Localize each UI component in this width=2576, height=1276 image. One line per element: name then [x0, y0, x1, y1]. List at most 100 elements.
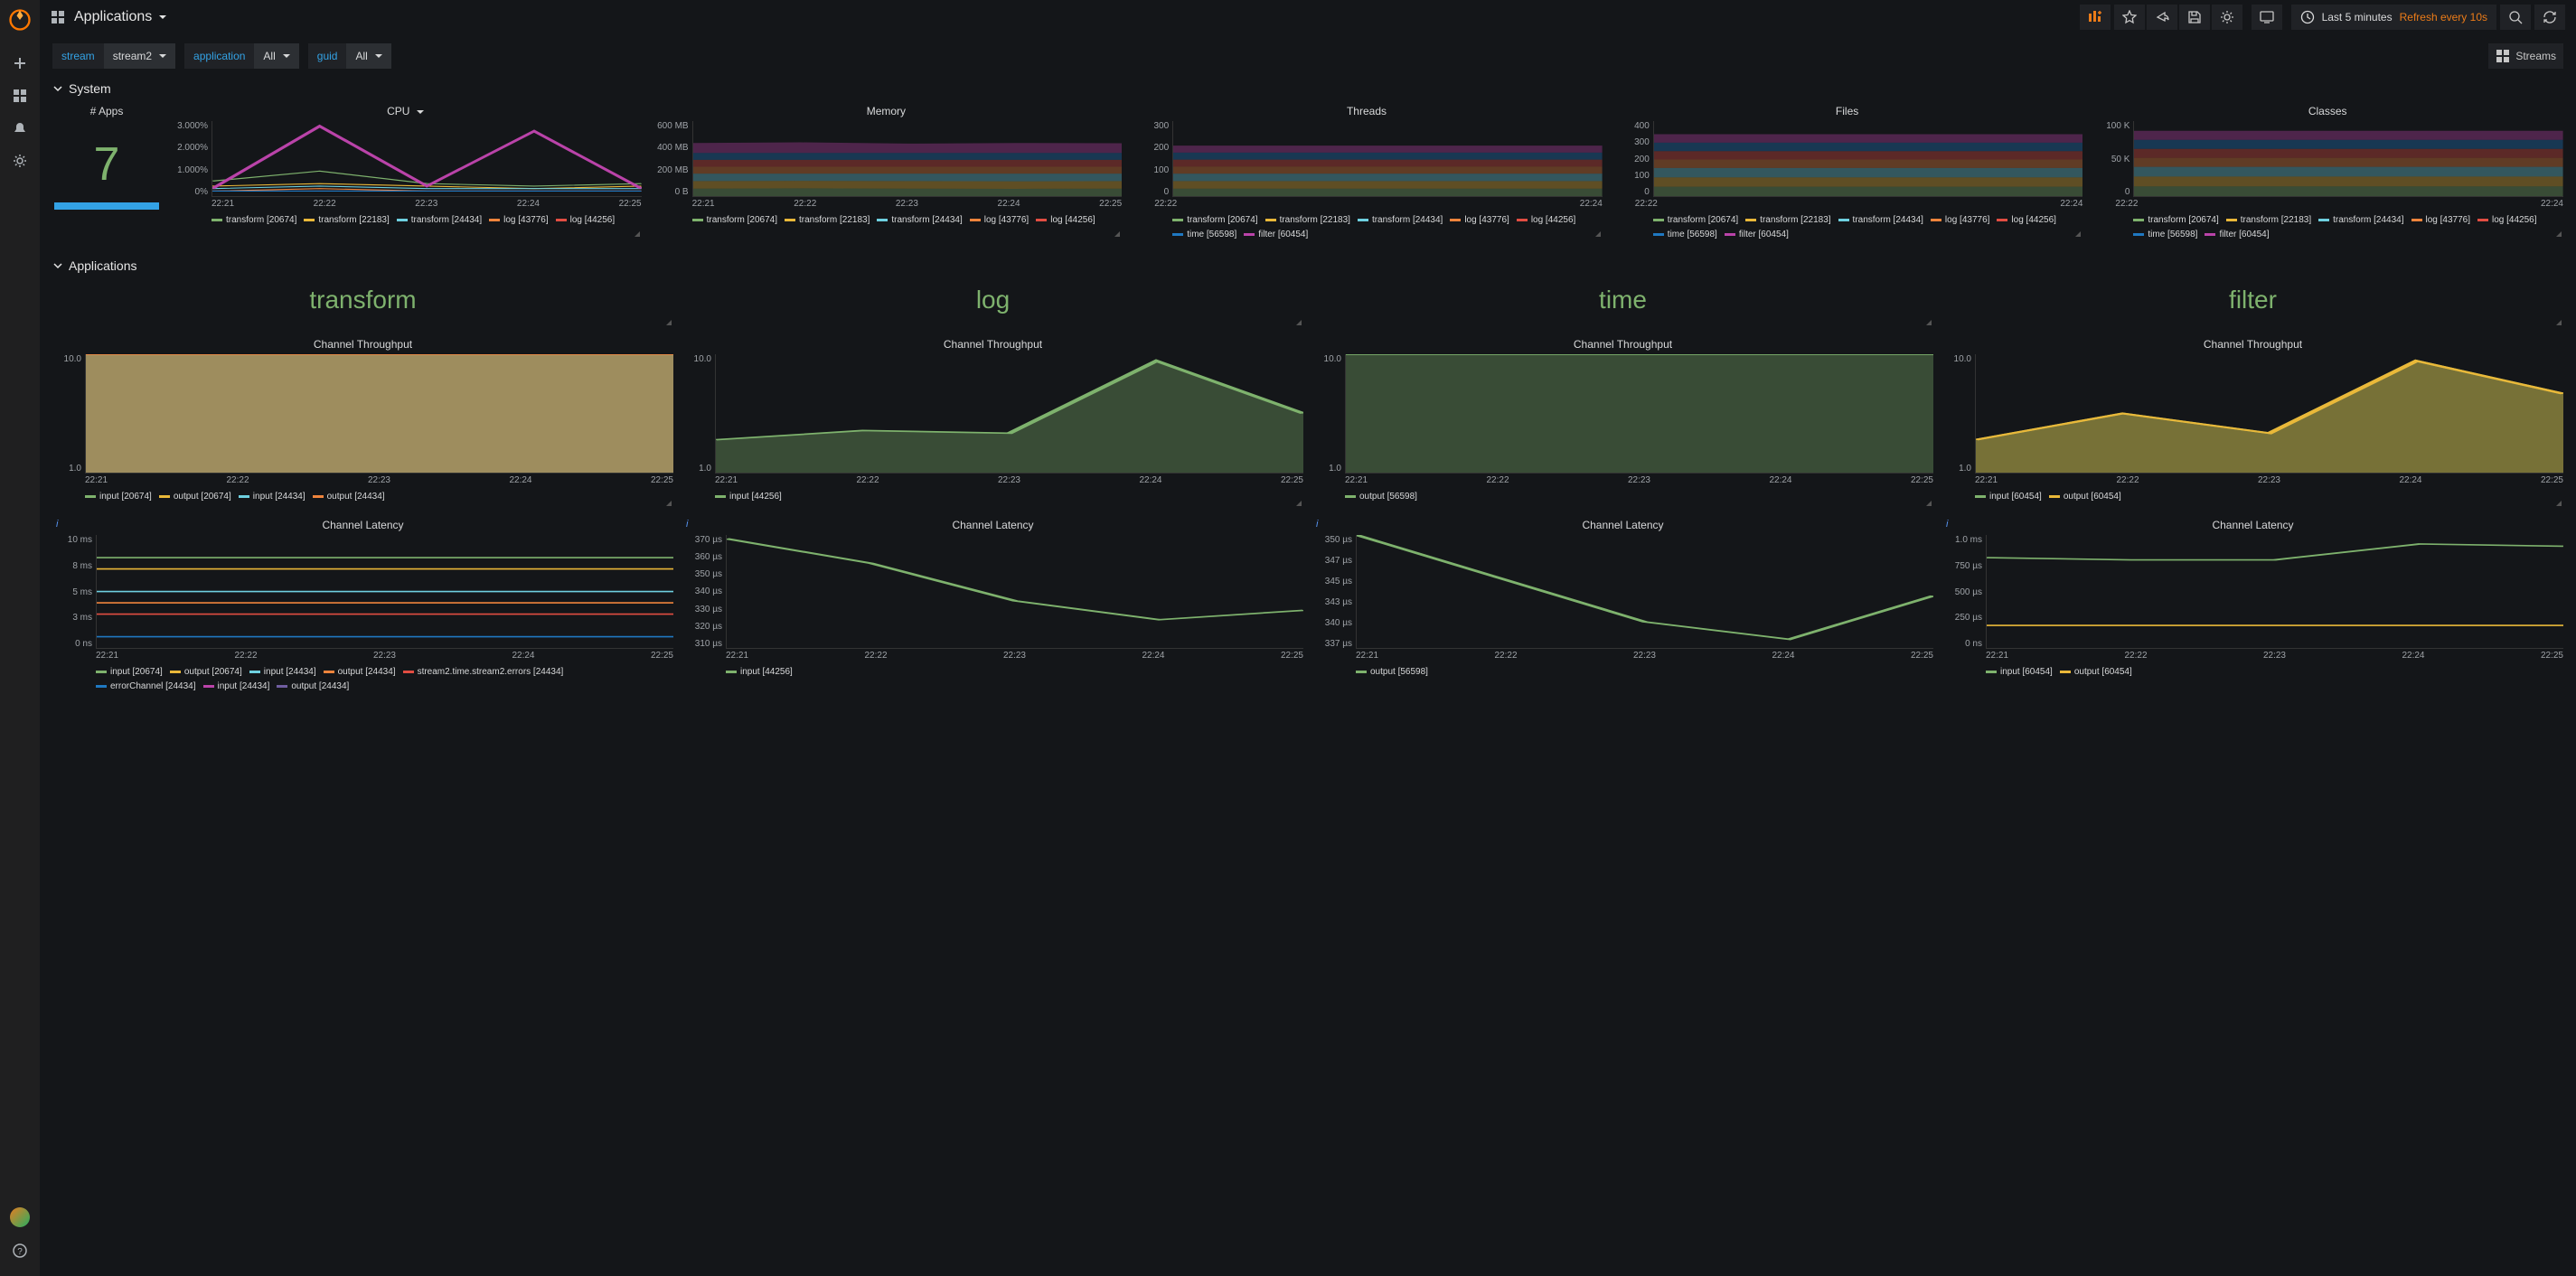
legend-item[interactable]: transform [20674] — [1653, 213, 1738, 227]
refresh-button[interactable] — [2534, 5, 2565, 30]
panel-title[interactable]: Classes — [2092, 103, 2563, 121]
legend-item[interactable]: stream2.time.stream2.errors [24434] — [403, 665, 564, 679]
panel-title[interactable]: Channel Throughput — [682, 336, 1303, 354]
legend-item[interactable]: log [43776] — [2411, 213, 2471, 227]
panel-menu-icon[interactable] — [1926, 501, 1932, 506]
panel-menu-icon[interactable] — [1114, 231, 1120, 237]
legend-item[interactable]: time [56598] — [1172, 228, 1236, 241]
legend-item[interactable]: input [24434] — [249, 665, 316, 679]
panel-title[interactable]: Channel Throughput — [1312, 336, 1933, 354]
panel-menu-icon[interactable] — [1595, 231, 1601, 237]
legend-item[interactable]: filter [60454] — [1725, 228, 1789, 241]
panel-title[interactable]: Channel Latency — [52, 517, 673, 535]
legend-item[interactable]: log [44256] — [1036, 213, 1095, 227]
dashboards-icon[interactable] — [0, 80, 40, 112]
chart-plot[interactable] — [715, 354, 1303, 474]
legend-item[interactable]: output [56598] — [1356, 665, 1428, 679]
help-icon[interactable]: ? — [0, 1234, 40, 1267]
legend-item[interactable]: input [44256] — [726, 665, 793, 679]
legend-item[interactable]: output [60454] — [2060, 665, 2132, 679]
legend-item[interactable]: log [44256] — [1997, 213, 2056, 227]
chart-plot[interactable] — [726, 535, 1303, 649]
legend-item[interactable]: transform [24434] — [2318, 213, 2403, 227]
info-icon[interactable]: i — [56, 519, 58, 530]
panel-menu-icon[interactable] — [1926, 320, 1932, 325]
legend-item[interactable]: transform [22183] — [1265, 213, 1350, 227]
info-icon[interactable]: i — [1316, 519, 1318, 530]
chart-plot[interactable] — [692, 121, 1123, 197]
chart-plot[interactable] — [85, 354, 673, 474]
panel-title[interactable]: Channel Latency — [1942, 517, 2563, 535]
legend-item[interactable]: input [60454] — [1975, 490, 2042, 503]
panel-title[interactable]: Channel Throughput — [52, 336, 673, 354]
legend-item[interactable]: transform [24434] — [397, 213, 482, 227]
row-applications-toggle[interactable]: Applications — [52, 255, 2563, 280]
chart-plot[interactable] — [1172, 121, 1603, 197]
info-icon[interactable]: i — [1946, 519, 1948, 530]
legend-item[interactable]: filter [60454] — [2205, 228, 2269, 241]
settings-button[interactable] — [2212, 5, 2242, 30]
legend-item[interactable]: log [44256] — [2477, 213, 2537, 227]
legend-item[interactable]: transform [20674] — [1172, 213, 1257, 227]
panel-menu-icon[interactable] — [2075, 231, 2081, 237]
legend-item[interactable]: transform [22183] — [1745, 213, 1830, 227]
legend-item[interactable]: errorChannel [24434] — [96, 680, 196, 693]
legend-item[interactable]: transform [24434] — [1358, 213, 1443, 227]
chart-plot[interactable] — [1986, 535, 2563, 649]
legend-item[interactable]: input [60454] — [1986, 665, 2053, 679]
legend-item[interactable]: transform [24434] — [1838, 213, 1923, 227]
legend-item[interactable]: output [24434] — [313, 490, 385, 503]
chart-plot[interactable] — [96, 535, 673, 649]
panel-title[interactable]: CPU — [170, 103, 642, 121]
legend-item[interactable]: transform [20674] — [692, 213, 777, 227]
legend-item[interactable]: log [43776] — [1450, 213, 1509, 227]
legend-item[interactable]: filter [60454] — [1244, 228, 1308, 241]
settings-gear-icon[interactable] — [0, 145, 40, 177]
panel-menu-icon[interactable] — [2556, 231, 2562, 237]
chart-plot[interactable] — [1356, 535, 1933, 649]
panel-title[interactable]: Channel Latency — [1312, 517, 1933, 535]
add-icon[interactable] — [0, 47, 40, 80]
legend-item[interactable]: log [43776] — [489, 213, 549, 227]
legend-item[interactable]: transform [22183] — [304, 213, 389, 227]
legend-item[interactable]: input [20674] — [96, 665, 163, 679]
info-icon[interactable]: i — [686, 519, 688, 530]
time-range-picker[interactable]: Last 5 minutes Refresh every 10s — [2291, 5, 2496, 30]
legend-item[interactable]: log [44256] — [1517, 213, 1576, 227]
var-guid-value[interactable]: All — [346, 43, 390, 69]
chart-plot[interactable] — [1345, 354, 1933, 474]
panel-title[interactable]: Threads — [1131, 103, 1603, 121]
var-application-value[interactable]: All — [254, 43, 298, 69]
legend-item[interactable]: output [60454] — [2049, 490, 2121, 503]
panel-menu-icon[interactable] — [2556, 501, 2562, 506]
legend-item[interactable]: time [56598] — [2133, 228, 2197, 241]
panel-title[interactable]: Memory — [651, 103, 1123, 121]
panel-menu-icon[interactable] — [666, 501, 672, 506]
panel-title[interactable]: Channel Latency — [682, 517, 1303, 535]
legend-item[interactable]: input [24434] — [239, 490, 306, 503]
legend-item[interactable]: time [56598] — [1653, 228, 1717, 241]
alert-bell-icon[interactable] — [0, 112, 40, 145]
legend-item[interactable]: output [20674] — [170, 665, 242, 679]
panel-title[interactable]: Channel Throughput — [1942, 336, 2563, 354]
legend-item[interactable]: transform [22183] — [2226, 213, 2311, 227]
chart-plot[interactable] — [2133, 121, 2563, 197]
panel-menu-icon[interactable] — [635, 231, 640, 237]
var-stream-value[interactable]: stream2 — [104, 43, 175, 69]
add-panel-button[interactable] — [2080, 5, 2111, 30]
row-system-toggle[interactable]: System — [52, 78, 2563, 103]
legend-item[interactable]: input [20674] — [85, 490, 152, 503]
panel-menu-icon[interactable] — [1296, 501, 1302, 506]
legend-item[interactable]: transform [22183] — [785, 213, 870, 227]
chart-plot[interactable] — [1975, 354, 2563, 474]
legend-item[interactable]: log [43776] — [970, 213, 1029, 227]
legend-item[interactable]: transform [24434] — [877, 213, 962, 227]
streams-link-button[interactable]: Streams — [2488, 43, 2563, 69]
zoom-out-button[interactable] — [2500, 5, 2531, 30]
legend-item[interactable]: transform [20674] — [2133, 213, 2218, 227]
legend-item[interactable]: log [43776] — [1931, 213, 1990, 227]
panel-title[interactable]: Files — [1612, 103, 2083, 121]
legend-item[interactable]: input [44256] — [715, 490, 782, 503]
legend-item[interactable]: output [20674] — [159, 490, 231, 503]
star-button[interactable] — [2114, 5, 2145, 30]
